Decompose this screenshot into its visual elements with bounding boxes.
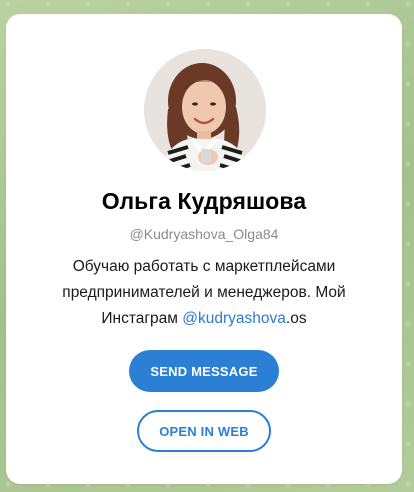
description-suffix: .os [285, 310, 307, 327]
instagram-link[interactable]: @kudryashova [182, 310, 286, 327]
profile-name: Ольга Кудряшова [101, 188, 307, 214]
send-message-button[interactable]: SEND MESSAGE [129, 350, 279, 392]
description-line-1: Обучаю работать с маркетплейсами [72, 258, 336, 275]
profile-username: @Kudryashova_Olga84 [129, 226, 279, 242]
avatar [144, 49, 266, 171]
description-line-2: предпринимателей и менеджеров. Мой [62, 284, 346, 301]
open-in-web-button[interactable]: OPEN IN WEB [137, 410, 271, 452]
profile-card: Ольга Кудряшова @Kudryashova_Olga84 Обуч… [6, 14, 402, 484]
description-prefix: Инстаграм [101, 310, 183, 327]
avatar-photo [144, 49, 266, 171]
profile-description: Обучаю работать с маркетплейсами предпри… [34, 254, 374, 332]
